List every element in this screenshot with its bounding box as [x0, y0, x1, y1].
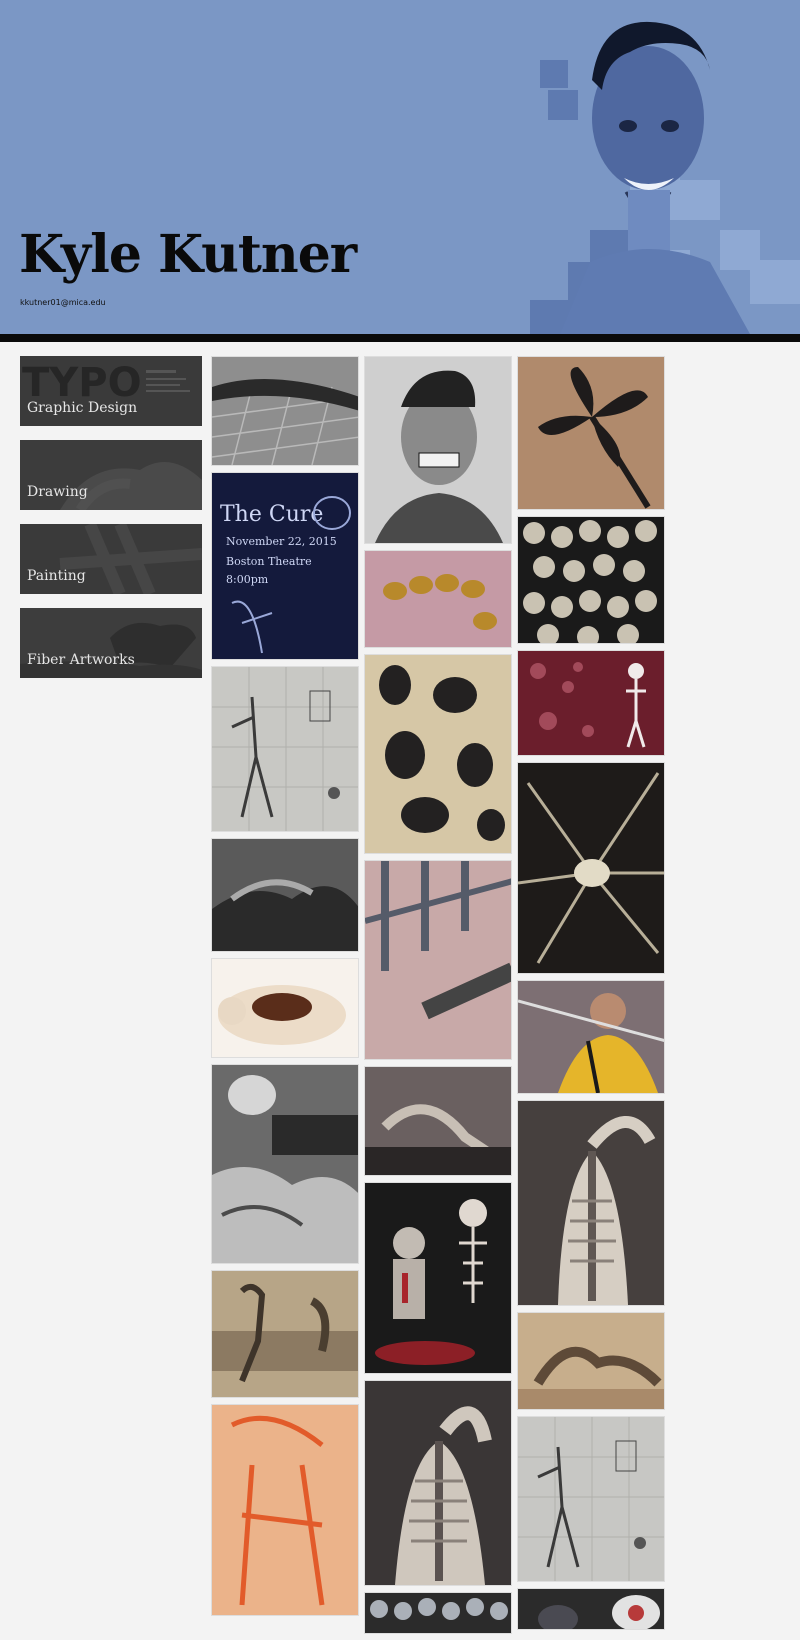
gallery-thumbnail[interactable] — [517, 1416, 665, 1582]
gallery-thumbnail[interactable] — [517, 650, 665, 756]
gallery-thumbnail[interactable] — [364, 860, 512, 1060]
gallery-thumbnail[interactable] — [517, 1100, 665, 1306]
svg-text:The Cure: The Cure — [220, 502, 323, 527]
gallery-thumbnail[interactable]: The Cure November 22, 2015 Boston Theatre 8… — [211, 472, 359, 660]
portrait-image — [530, 21, 800, 334]
gallery-thumbnail[interactable] — [364, 550, 512, 648]
gallery-thumbnail[interactable] — [211, 666, 359, 832]
gallery-thumbnail[interactable] — [364, 1182, 512, 1374]
gallery-thumbnail[interactable] — [517, 980, 665, 1094]
gallery-thumbnail[interactable] — [364, 1380, 512, 1586]
email-link[interactable]: kkutner01@mica.edu — [20, 298, 106, 307]
nav-item-fiber-artworks[interactable]: Fiber Artworks — [20, 608, 202, 678]
svg-text:Boston Theatre: Boston Theatre — [226, 555, 312, 568]
gallery-thumbnail[interactable] — [364, 1592, 512, 1634]
nav-item-label: Drawing — [27, 484, 88, 500]
svg-text:8:00pm: 8:00pm — [226, 573, 269, 586]
gallery-thumbnail[interactable] — [211, 1064, 359, 1264]
gallery-thumbnail[interactable] — [364, 1066, 512, 1176]
gallery-column — [517, 356, 665, 1636]
nav-item-label: Fiber Artworks — [27, 652, 135, 668]
nav-item-painting[interactable]: Painting — [20, 524, 202, 594]
nav-item-drawing[interactable]: Drawing — [20, 440, 202, 510]
gallery-thumbnail[interactable] — [211, 1404, 359, 1616]
gallery-thumbnail[interactable] — [211, 1270, 359, 1398]
nav-item-graphic-design[interactable]: TYPO Graphic Design — [20, 356, 202, 426]
category-nav: TYPO Graphic Design Drawing Painting Fib… — [20, 356, 202, 692]
header-divider — [0, 334, 800, 342]
gallery-thumbnail[interactable] — [517, 516, 665, 644]
nav-item-label: Painting — [27, 568, 86, 584]
site-title: Kyle Kutner — [19, 224, 357, 285]
gallery-column — [364, 356, 512, 1640]
nav-item-label: Graphic Design — [27, 400, 138, 416]
gallery-thumbnail[interactable] — [517, 1588, 665, 1630]
gallery-thumbnail[interactable] — [517, 762, 665, 974]
gallery-thumbnail[interactable] — [364, 356, 512, 544]
gallery-column: The Cure November 22, 2015 Boston Theatre 8… — [211, 356, 359, 1622]
gallery-thumbnail[interactable] — [364, 654, 512, 854]
header-banner: Kyle Kutner kkutner01@mica.edu — [0, 0, 800, 334]
svg-text:November 22, 2015: November 22, 2015 — [226, 535, 337, 548]
gallery-thumbnail[interactable] — [211, 356, 359, 466]
gallery-thumbnail[interactable] — [211, 958, 359, 1058]
gallery-thumbnail[interactable] — [517, 1312, 665, 1410]
gallery-thumbnail[interactable] — [517, 356, 665, 510]
gallery-thumbnail[interactable] — [211, 838, 359, 952]
